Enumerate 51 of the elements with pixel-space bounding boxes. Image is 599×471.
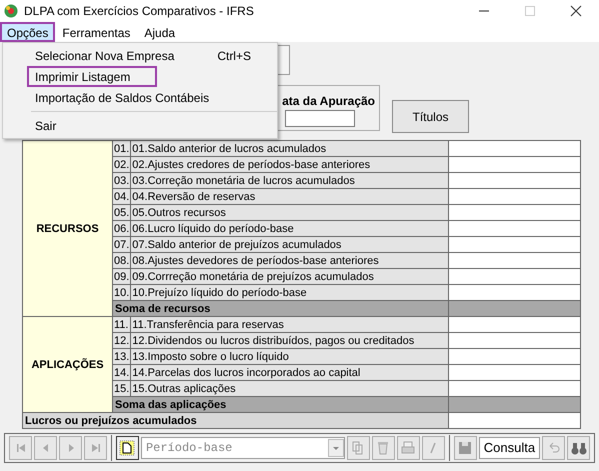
value-cell[interactable] xyxy=(448,284,580,300)
value-cell[interactable] xyxy=(448,316,580,332)
new-document-icon[interactable] xyxy=(116,436,139,460)
description-cell: 09.Corrreção monetária de prejuízos acumulados xyxy=(130,268,449,284)
date-field[interactable] xyxy=(285,110,355,127)
value-cell[interactable] xyxy=(448,188,580,204)
menu-entry[interactable]: Importação de Saldos Contábeis xyxy=(27,87,273,108)
description-cell: 08.Ajustes devedores de períodos-base anteriores xyxy=(130,252,449,268)
group-cell: RECURSOS xyxy=(22,140,112,316)
description-cell: 05.Outros recursos xyxy=(130,204,449,220)
date-label: ata da Apuração xyxy=(282,93,375,110)
binoculars-icon[interactable] xyxy=(567,436,590,460)
group-cell: APLICAÇÕES xyxy=(22,316,112,412)
value-cell[interactable] xyxy=(448,156,580,172)
value-cell[interactable] xyxy=(448,140,580,156)
value-cell[interactable] xyxy=(448,252,580,268)
value-cell[interactable] xyxy=(448,332,580,348)
description-cell: 04.Reversão de reservas xyxy=(130,188,449,204)
description-cell: 13.Imposto sobre o lucro líquido xyxy=(130,348,449,364)
description-cell: 11.Transferência para reservas xyxy=(130,316,449,332)
code-cell: 01. xyxy=(112,140,131,156)
value-cell[interactable] xyxy=(448,220,580,236)
globe-icon xyxy=(4,4,18,18)
menu-entry[interactable]: Imprimir Listagem xyxy=(27,66,157,87)
total-cell: Soma das aplicações xyxy=(112,396,449,412)
menu-entry[interactable]: Selecionar Nova Empresa Ctrl+S xyxy=(27,45,273,66)
value-cell[interactable] xyxy=(448,172,580,188)
description-cell: 10.Prejuízo líquido do período-base xyxy=(130,284,449,300)
value-cell[interactable] xyxy=(448,204,580,220)
description-cell: 14.Parcelas dos lucros incorporados ao capital xyxy=(130,364,449,380)
value-cell[interactable] xyxy=(448,236,580,252)
description-cell: 06.Lucro líquido do período-base xyxy=(130,220,449,236)
menu-entry[interactable]: Sair xyxy=(27,115,273,136)
value-cell[interactable] xyxy=(448,380,580,396)
description-cell: 03.Correção monetária de lucros acumulados xyxy=(130,172,449,188)
total-cell: Soma de recursos xyxy=(112,300,449,316)
menu-item[interactable]: Ferramentas xyxy=(55,22,138,42)
mode-field: Consulta xyxy=(478,437,540,459)
value-cell[interactable] xyxy=(448,364,580,380)
window-title: DLPA com Exercícios Comparativos - IFRS xyxy=(24,3,254,20)
menu-item[interactable]: Ajuda xyxy=(137,22,182,42)
description-cell: 15.Outras aplicações xyxy=(130,380,449,396)
description-cell: 07.Saldo anterior de prejuízos acumulados xyxy=(130,236,449,252)
value-cell[interactable] xyxy=(448,268,580,284)
value-cell[interactable] xyxy=(448,348,580,364)
description-cell: 02.Ajustes credores de períodos-base anteriores xyxy=(130,156,449,172)
menu-item[interactable]: Opções xyxy=(0,22,56,42)
description-cell: 12.Dividendos ou lucros distribuídos, pagos ou creditados xyxy=(130,332,449,348)
result-cell: Lucros ou prejuízos acumulados xyxy=(22,412,449,428)
titles-button[interactable]: Títulos xyxy=(392,100,469,133)
description-cell: 01.Saldo anterior de lucros acumulados xyxy=(130,140,449,156)
